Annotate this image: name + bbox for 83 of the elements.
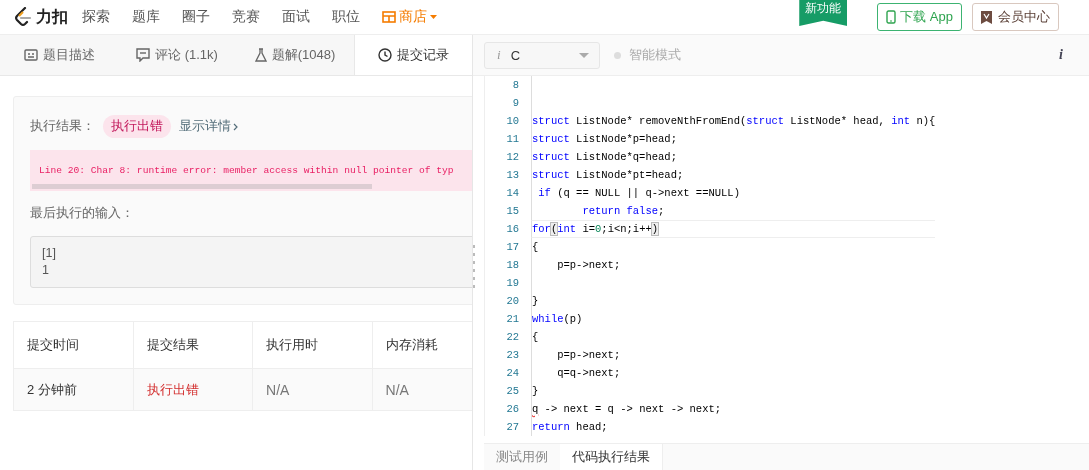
bookmark-icon bbox=[981, 10, 992, 24]
column-header: 提交时间 bbox=[13, 321, 134, 369]
input-line: [1] bbox=[42, 245, 57, 262]
tab[interactable]: 题解(1048) bbox=[236, 35, 354, 75]
clock-icon bbox=[378, 48, 392, 62]
line-number: 18 bbox=[505, 259, 520, 271]
line-number: 26 bbox=[505, 403, 520, 415]
logo-text[interactable]: 力扣 bbox=[36, 6, 68, 28]
code-line: if (q == NULL || q->next ==NULL) bbox=[531, 184, 936, 202]
line-number: 14 bbox=[505, 187, 520, 199]
logo-icon[interactable] bbox=[14, 7, 32, 27]
line-number: 19 bbox=[505, 277, 520, 289]
nav-link[interactable]: 职位 bbox=[332, 8, 360, 26]
code-line: { bbox=[531, 238, 936, 256]
nav-link[interactable]: 探索 bbox=[82, 8, 110, 26]
code-line: } bbox=[531, 292, 936, 310]
code-line: for(int i=0;i<n;i++) bbox=[531, 220, 936, 238]
table-cell: 执行出错 bbox=[133, 368, 253, 411]
info-glyph[interactable]: i bbox=[1059, 47, 1063, 63]
line-number: 11 bbox=[505, 133, 520, 145]
card-icon bbox=[23, 49, 38, 61]
tab[interactable]: 题目描述 bbox=[0, 35, 118, 75]
new-feature-ribbon[interactable]: 新功能 bbox=[799, 0, 848, 26]
phone-icon bbox=[886, 10, 897, 24]
nav-link[interactable]: 面试 bbox=[282, 8, 310, 26]
language-select[interactable]: i C bbox=[484, 41, 600, 69]
table-cell: N/A bbox=[372, 368, 472, 411]
column-header: 内存消耗 bbox=[372, 321, 472, 369]
nav-link[interactable]: 圈子 bbox=[182, 8, 210, 26]
code-line: q=q->next; bbox=[531, 364, 936, 382]
result-label: 执行结果： bbox=[30, 118, 95, 135]
nav-link[interactable]: 竞赛 bbox=[232, 8, 260, 26]
code-line: return false; bbox=[531, 202, 936, 220]
code-line: while(p) bbox=[531, 310, 936, 328]
nav-link[interactable]: 题库 bbox=[132, 8, 160, 26]
line-number: 27 bbox=[505, 421, 520, 433]
tab[interactable]: 提交记录 bbox=[354, 35, 472, 75]
line-number: 15 bbox=[505, 205, 520, 217]
line-number: 25 bbox=[505, 385, 520, 397]
line-number: 17 bbox=[505, 241, 520, 253]
tab[interactable]: 测试用例 bbox=[484, 444, 560, 470]
column-header: 提交结果 bbox=[133, 321, 253, 369]
store-icon[interactable] bbox=[382, 11, 396, 23]
comment-icon bbox=[136, 48, 151, 62]
line-number: 8 bbox=[511, 79, 520, 91]
line-number: 21 bbox=[505, 313, 520, 325]
line-number: 24 bbox=[505, 367, 520, 379]
flask-icon bbox=[254, 48, 267, 62]
resize-handle[interactable] bbox=[473, 245, 477, 288]
code-line: struct ListNode*p=head; bbox=[531, 130, 936, 148]
code-line: } bbox=[531, 382, 936, 400]
line-number: 16 bbox=[505, 223, 520, 235]
code-line: struct ListNode*q=head; bbox=[531, 148, 936, 166]
line-number: 9 bbox=[511, 97, 520, 109]
line-number: 23 bbox=[505, 349, 520, 361]
tab[interactable]: 评论 (1.1k) bbox=[118, 35, 236, 75]
caret-icon bbox=[579, 52, 589, 58]
details-link[interactable]: 显示详情 bbox=[179, 118, 231, 135]
last-input-label: 最后执行的输入： bbox=[30, 205, 135, 222]
line-number: 22 bbox=[505, 331, 520, 343]
dot-icon bbox=[614, 51, 621, 59]
code-line: q -> next = q -> next -> next; bbox=[531, 400, 936, 418]
line-number: 13 bbox=[505, 169, 520, 181]
line-number: 20 bbox=[505, 295, 520, 307]
input-line: 1 bbox=[42, 262, 50, 279]
membership-button[interactable]: 会员中心 bbox=[972, 3, 1059, 31]
line-number: 12 bbox=[505, 151, 520, 163]
code-line: { bbox=[531, 328, 936, 346]
scrollbar[interactable] bbox=[32, 184, 372, 189]
code-line: struct ListNode* removeNthFromEnd(struct ListNode* head, int n){ bbox=[531, 112, 936, 130]
table-cell: 2 分钟前 bbox=[13, 368, 134, 411]
chevron-icon[interactable] bbox=[233, 122, 238, 131]
code-line: struct ListNode*pt=head; bbox=[531, 166, 936, 184]
code-line: p=p->next; bbox=[531, 256, 936, 274]
error-message: Line 20: Char 8: runtime error: member access within null pointer of typ bbox=[39, 165, 454, 176]
column-header: 执行用时 bbox=[252, 321, 373, 369]
code-line: p=p->next; bbox=[531, 346, 936, 364]
tab[interactable]: 代码执行结果 bbox=[560, 444, 663, 470]
status-pill: 执行出错 bbox=[103, 115, 171, 138]
line-number: 10 bbox=[505, 115, 520, 127]
code-line: return head; bbox=[531, 418, 936, 436]
caret-icon[interactable] bbox=[430, 15, 437, 19]
table-cell: N/A bbox=[252, 368, 373, 411]
